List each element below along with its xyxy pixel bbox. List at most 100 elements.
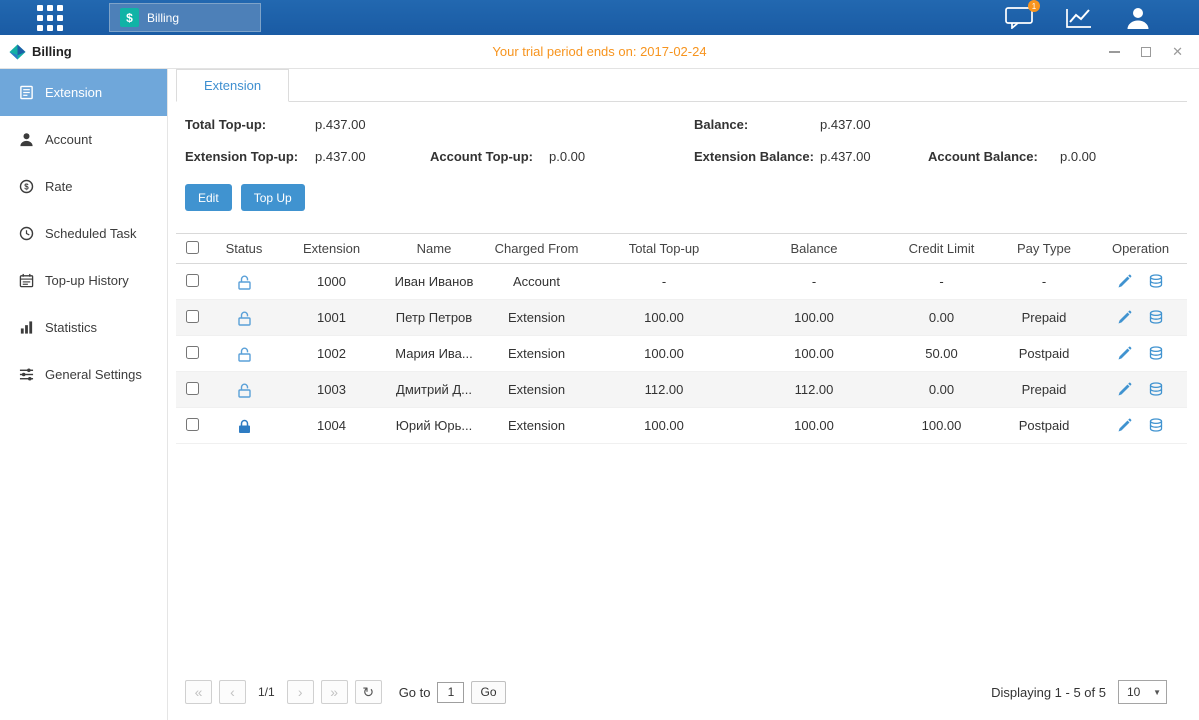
page-size-select[interactable]: 10 ▼ — [1118, 680, 1167, 704]
top-up-button[interactable]: Top Up — [241, 184, 305, 211]
first-page-button[interactable]: « — [185, 680, 212, 704]
cell-balance: 100.00 — [739, 408, 889, 444]
sidebar-item-account[interactable]: Account — [0, 116, 167, 163]
table-row[interactable]: 1002 Мария Ива... Extension 100.00 100.0… — [176, 336, 1187, 372]
account-balance-value: p.0.00 — [1060, 149, 1187, 164]
sidebar-item-rate[interactable]: $ Rate — [0, 163, 167, 210]
last-page-button[interactable]: » — [321, 680, 348, 704]
billing-dollar-icon: $ — [120, 8, 139, 27]
cell-balance: - — [739, 264, 889, 300]
billing-tab-label: Billing — [147, 11, 179, 25]
header-operation: Operation — [1094, 234, 1187, 264]
cell-extension: 1003 — [279, 372, 384, 408]
cell-balance: 100.00 — [739, 300, 889, 336]
cell-pay-type: Prepaid — [994, 372, 1094, 408]
extension-balance-label: Extension Balance: — [694, 149, 820, 164]
edit-button[interactable]: Edit — [185, 184, 232, 211]
topup-icon[interactable] — [1148, 382, 1164, 397]
maximize-button[interactable] — [1141, 47, 1151, 57]
row-checkbox[interactable] — [186, 418, 199, 431]
cell-credit-limit: 0.00 — [889, 372, 994, 408]
page-indicator: 1/1 — [258, 685, 275, 699]
cell-extension: 1004 — [279, 408, 384, 444]
edit-icon[interactable] — [1117, 274, 1132, 289]
row-checkbox[interactable] — [186, 346, 199, 359]
header-total-topup: Total Top-up — [589, 234, 739, 264]
next-page-button[interactable]: › — [287, 680, 314, 704]
header-credit-limit: Credit Limit — [889, 234, 994, 264]
minimize-button[interactable] — [1109, 51, 1120, 53]
go-button[interactable]: Go — [471, 681, 505, 704]
topup-icon[interactable] — [1148, 346, 1164, 361]
user-account-icon[interactable] — [1125, 6, 1151, 29]
topbar: $ Billing 1 — [0, 0, 1199, 35]
row-checkbox[interactable] — [186, 310, 199, 323]
goto-label: Go to — [399, 685, 431, 700]
trial-notice: Your trial period ends on: 2017-02-24 — [0, 44, 1199, 59]
window-title: Billing — [32, 44, 72, 59]
unlocked-icon — [238, 347, 251, 362]
sliders-icon — [19, 367, 34, 382]
cell-total-topup: - — [589, 264, 739, 300]
row-checkbox[interactable] — [186, 274, 199, 287]
app-body: Extension Account $ Rate — [0, 69, 1199, 720]
topup-icon[interactable] — [1148, 310, 1164, 325]
sidebar-item-extension[interactable]: Extension — [0, 69, 167, 116]
cell-credit-limit: 100.00 — [889, 408, 994, 444]
row-checkbox[interactable] — [186, 382, 199, 395]
svg-text:$: $ — [24, 182, 29, 191]
sidebar-item-label: General Settings — [45, 367, 142, 382]
summary-panel: Total Top-up: p.437.00 Balance: p.437.00… — [176, 117, 1187, 164]
select-all-checkbox[interactable] — [186, 241, 199, 254]
table-row[interactable]: 1001 Петр Петров Extension 100.00 100.00… — [176, 300, 1187, 336]
sidebar-item-statistics[interactable]: Statistics — [0, 304, 167, 351]
apps-grid-icon[interactable] — [37, 5, 65, 31]
extension-icon — [19, 85, 34, 100]
messages-icon[interactable]: 1 — [1005, 6, 1033, 29]
tab-extension[interactable]: Extension — [176, 69, 289, 102]
topup-icon[interactable] — [1148, 274, 1164, 289]
total-topup-label: Total Top-up: — [185, 117, 315, 132]
sidebar-item-topup-history[interactable]: Top-up History — [0, 257, 167, 304]
billing-app-tab[interactable]: $ Billing — [109, 3, 261, 32]
cell-name: Дмитрий Д... — [384, 372, 484, 408]
sidebar-item-scheduled-task[interactable]: Scheduled Task — [0, 210, 167, 257]
cell-credit-limit: 50.00 — [889, 336, 994, 372]
pagination-bar: « ‹ 1/1 › » ↻ Go to Go Displaying 1 - 5 … — [176, 674, 1187, 720]
edit-icon[interactable] — [1117, 418, 1132, 433]
account-topup-value: p.0.00 — [549, 149, 694, 164]
main-content: Extension Total Top-up: p.437.00 Balance… — [168, 69, 1199, 720]
close-button[interactable]: ✕ — [1172, 45, 1183, 58]
table-row[interactable]: 1004 Юрий Юрь... Extension 100.00 100.00… — [176, 408, 1187, 444]
unlocked-icon — [238, 275, 251, 290]
refresh-button[interactable]: ↻ — [355, 680, 382, 704]
edit-icon[interactable] — [1117, 382, 1132, 397]
locked-icon — [238, 419, 251, 434]
cell-pay-type: - — [994, 264, 1094, 300]
cell-name: Петр Петров — [384, 300, 484, 336]
cell-charged-from: Account — [484, 264, 589, 300]
clock-icon — [19, 226, 34, 241]
cell-extension: 1002 — [279, 336, 384, 372]
sidebar-item-label: Rate — [45, 179, 72, 194]
cell-charged-from: Extension — [484, 408, 589, 444]
topup-icon[interactable] — [1148, 418, 1164, 433]
prev-page-button[interactable]: ‹ — [219, 680, 246, 704]
edit-icon[interactable] — [1117, 346, 1132, 361]
table-row[interactable]: 1000 Иван Иванов Account - - - - — [176, 264, 1187, 300]
tab-bar: Extension — [176, 69, 1187, 102]
cell-pay-type: Prepaid — [994, 300, 1094, 336]
goto-page-input[interactable] — [437, 682, 464, 703]
billing-logo-icon — [9, 44, 26, 60]
table-row[interactable]: 1003 Дмитрий Д... Extension 112.00 112.0… — [176, 372, 1187, 408]
chevron-down-icon: ▼ — [1153, 688, 1161, 697]
pagination-right: Displaying 1 - 5 of 5 10 ▼ — [991, 680, 1167, 704]
cell-name: Иван Иванов — [384, 264, 484, 300]
edit-icon[interactable] — [1117, 310, 1132, 325]
sidebar-item-general-settings[interactable]: General Settings — [0, 351, 167, 398]
extension-balance-value: p.437.00 — [820, 149, 928, 164]
cell-balance: 100.00 — [739, 336, 889, 372]
cell-credit-limit: - — [889, 264, 994, 300]
statistics-chart-icon[interactable] — [1065, 7, 1093, 29]
cell-charged-from: Extension — [484, 372, 589, 408]
